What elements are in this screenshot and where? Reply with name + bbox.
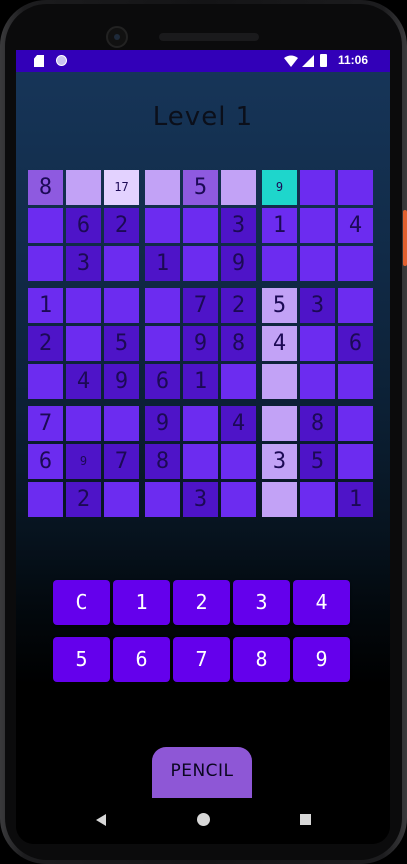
navigation-bar (16, 798, 390, 844)
number-key[interactable]: 2 (173, 580, 230, 625)
number-key[interactable]: 3 (233, 580, 290, 625)
phone-frame: 11:06 Level 1 8 17 5 9 6 2 3 1 4 3 1 9 1 7 2 5 3 2 5 9 8 4 6 4 9… (0, 0, 407, 864)
back-icon[interactable] (96, 814, 106, 826)
number-key[interactable]: 8 (233, 637, 290, 682)
home-icon[interactable] (197, 813, 210, 826)
front-camera-icon (106, 26, 128, 48)
number-key[interactable]: 9 (293, 637, 350, 682)
number-key[interactable]: 1 (113, 580, 170, 625)
recents-icon[interactable] (300, 814, 311, 825)
clear-key[interactable]: C (53, 580, 110, 625)
number-key[interactable]: 5 (53, 637, 110, 682)
power-button (403, 210, 407, 266)
number-keypad: C1234 56789 (16, 50, 390, 844)
number-key[interactable]: 7 (173, 637, 230, 682)
earpiece-speaker (159, 33, 259, 41)
pencil-button[interactable]: PENCIL (152, 747, 252, 798)
number-key[interactable]: 4 (293, 580, 350, 625)
app-screen: 11:06 Level 1 8 17 5 9 6 2 3 1 4 3 1 9 1 7 2 5 3 2 5 9 8 4 6 4 9… (16, 50, 390, 844)
number-key[interactable]: 6 (113, 637, 170, 682)
